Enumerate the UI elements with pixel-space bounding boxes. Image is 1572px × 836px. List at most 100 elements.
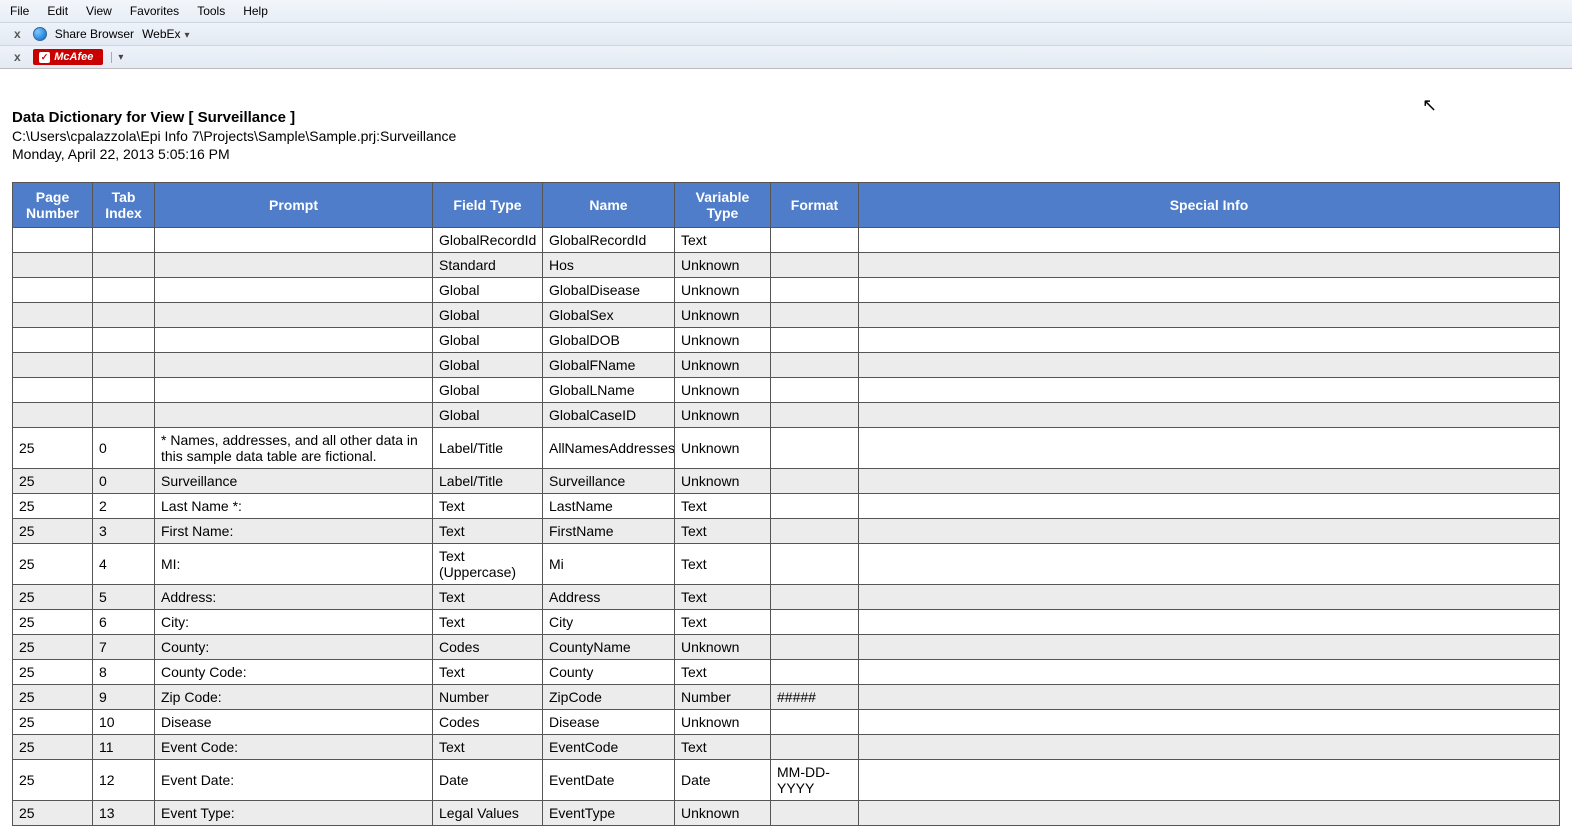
table-cell: 25 [13, 469, 93, 494]
table-cell [859, 544, 1560, 585]
table-cell: Text [675, 660, 771, 685]
table-cell [771, 278, 859, 303]
menu-view[interactable]: View [86, 4, 112, 18]
table-cell: Date [433, 760, 543, 801]
report-title: Data Dictionary for View [ Surveillance … [12, 109, 1560, 126]
table-cell: 12 [93, 760, 155, 801]
table-cell: GlobalRecordId [433, 228, 543, 253]
table-row: StandardHosUnknown [13, 253, 1560, 278]
table-cell [13, 353, 93, 378]
table-cell: 2 [93, 494, 155, 519]
table-cell [13, 403, 93, 428]
table-cell: First Name: [155, 519, 433, 544]
table-cell: Text [675, 544, 771, 585]
table-cell: 7 [93, 635, 155, 660]
table-row: 254MI:Text (Uppercase)MiText [13, 544, 1560, 585]
table-cell [771, 353, 859, 378]
table-cell: MM-DD-YYYY [771, 760, 859, 801]
table-cell: Text [433, 519, 543, 544]
table-cell: Text [433, 585, 543, 610]
table-cell: Number [433, 685, 543, 710]
table-cell [155, 228, 433, 253]
table-cell: Global [433, 403, 543, 428]
table-cell: 5 [93, 585, 155, 610]
table-cell [93, 328, 155, 353]
table-cell: Text [675, 610, 771, 635]
table-cell [93, 378, 155, 403]
table-cell: Zip Code: [155, 685, 433, 710]
table-cell: Standard [433, 253, 543, 278]
webex-dropdown[interactable]: WebEx [142, 27, 190, 41]
mcafee-dropdown-icon[interactable]: ▾ [111, 52, 123, 63]
table-cell: MI: [155, 544, 433, 585]
table-cell [859, 660, 1560, 685]
table-cell [771, 303, 859, 328]
col-variable-type: Variable Type [675, 183, 771, 228]
table-row: GlobalGlobalCaseIDUnknown [13, 403, 1560, 428]
table-cell [93, 403, 155, 428]
col-prompt: Prompt [155, 183, 433, 228]
table-row: 253First Name:TextFirstNameText [13, 519, 1560, 544]
col-tab-index: Tab Index [93, 183, 155, 228]
table-cell: 25 [13, 760, 93, 801]
menu-favorites[interactable]: Favorites [130, 4, 179, 18]
table-cell: 25 [13, 585, 93, 610]
table-cell [859, 735, 1560, 760]
mcafee-badge[interactable]: McAfee [33, 49, 104, 65]
table-cell: GlobalSex [543, 303, 675, 328]
table-cell: Last Name *: [155, 494, 433, 519]
table-cell: County Code: [155, 660, 433, 685]
table-cell: Text [675, 519, 771, 544]
table-cell: Unknown [675, 710, 771, 735]
table-cell: Address: [155, 585, 433, 610]
table-cell: 25 [13, 494, 93, 519]
data-dictionary-table: Page Number Tab Index Prompt Field Type … [12, 182, 1560, 826]
table-cell: Unknown [675, 801, 771, 826]
table-row: 255Address:TextAddressText [13, 585, 1560, 610]
table-cell: 25 [13, 685, 93, 710]
table-cell [93, 228, 155, 253]
table-cell [771, 253, 859, 278]
table-cell [859, 428, 1560, 469]
table-cell [155, 353, 433, 378]
col-special-info: Special Info [859, 183, 1560, 228]
table-cell: Unknown [675, 635, 771, 660]
table-row: 256City:TextCityText [13, 610, 1560, 635]
menu-help[interactable]: Help [243, 4, 268, 18]
table-cell: Address [543, 585, 675, 610]
table-cell: ZipCode [543, 685, 675, 710]
table-cell [13, 228, 93, 253]
table-cell: 25 [13, 544, 93, 585]
col-format: Format [771, 183, 859, 228]
table-cell: Global [433, 278, 543, 303]
table-cell: Disease [155, 710, 433, 735]
share-toolbar: x Share Browser WebEx [0, 23, 1572, 46]
table-cell: 6 [93, 610, 155, 635]
table-cell [859, 685, 1560, 710]
close-icon[interactable]: x [10, 27, 25, 41]
table-cell: 25 [13, 428, 93, 469]
table-row: GlobalRecordIdGlobalRecordIdText [13, 228, 1560, 253]
table-cell: Text [675, 228, 771, 253]
menu-edit[interactable]: Edit [47, 4, 68, 18]
col-name: Name [543, 183, 675, 228]
report-path: C:\Users\cpalazzola\Epi Info 7\Projects\… [12, 128, 1560, 144]
table-cell [13, 253, 93, 278]
table-cell [155, 378, 433, 403]
table-cell [771, 660, 859, 685]
table-cell [771, 494, 859, 519]
table-cell: 3 [93, 519, 155, 544]
table-row: GlobalGlobalSexUnknown [13, 303, 1560, 328]
menu-file[interactable]: File [10, 4, 29, 18]
table-cell: Unknown [675, 428, 771, 469]
table-cell: Text (Uppercase) [433, 544, 543, 585]
table-cell: 25 [13, 735, 93, 760]
close-icon[interactable]: x [10, 50, 25, 64]
table-cell: 25 [13, 801, 93, 826]
table-cell [771, 610, 859, 635]
table-cell [859, 710, 1560, 735]
share-browser-button[interactable]: Share Browser [55, 27, 134, 41]
table-cell: Unknown [675, 253, 771, 278]
table-cell [859, 494, 1560, 519]
menu-tools[interactable]: Tools [197, 4, 225, 18]
